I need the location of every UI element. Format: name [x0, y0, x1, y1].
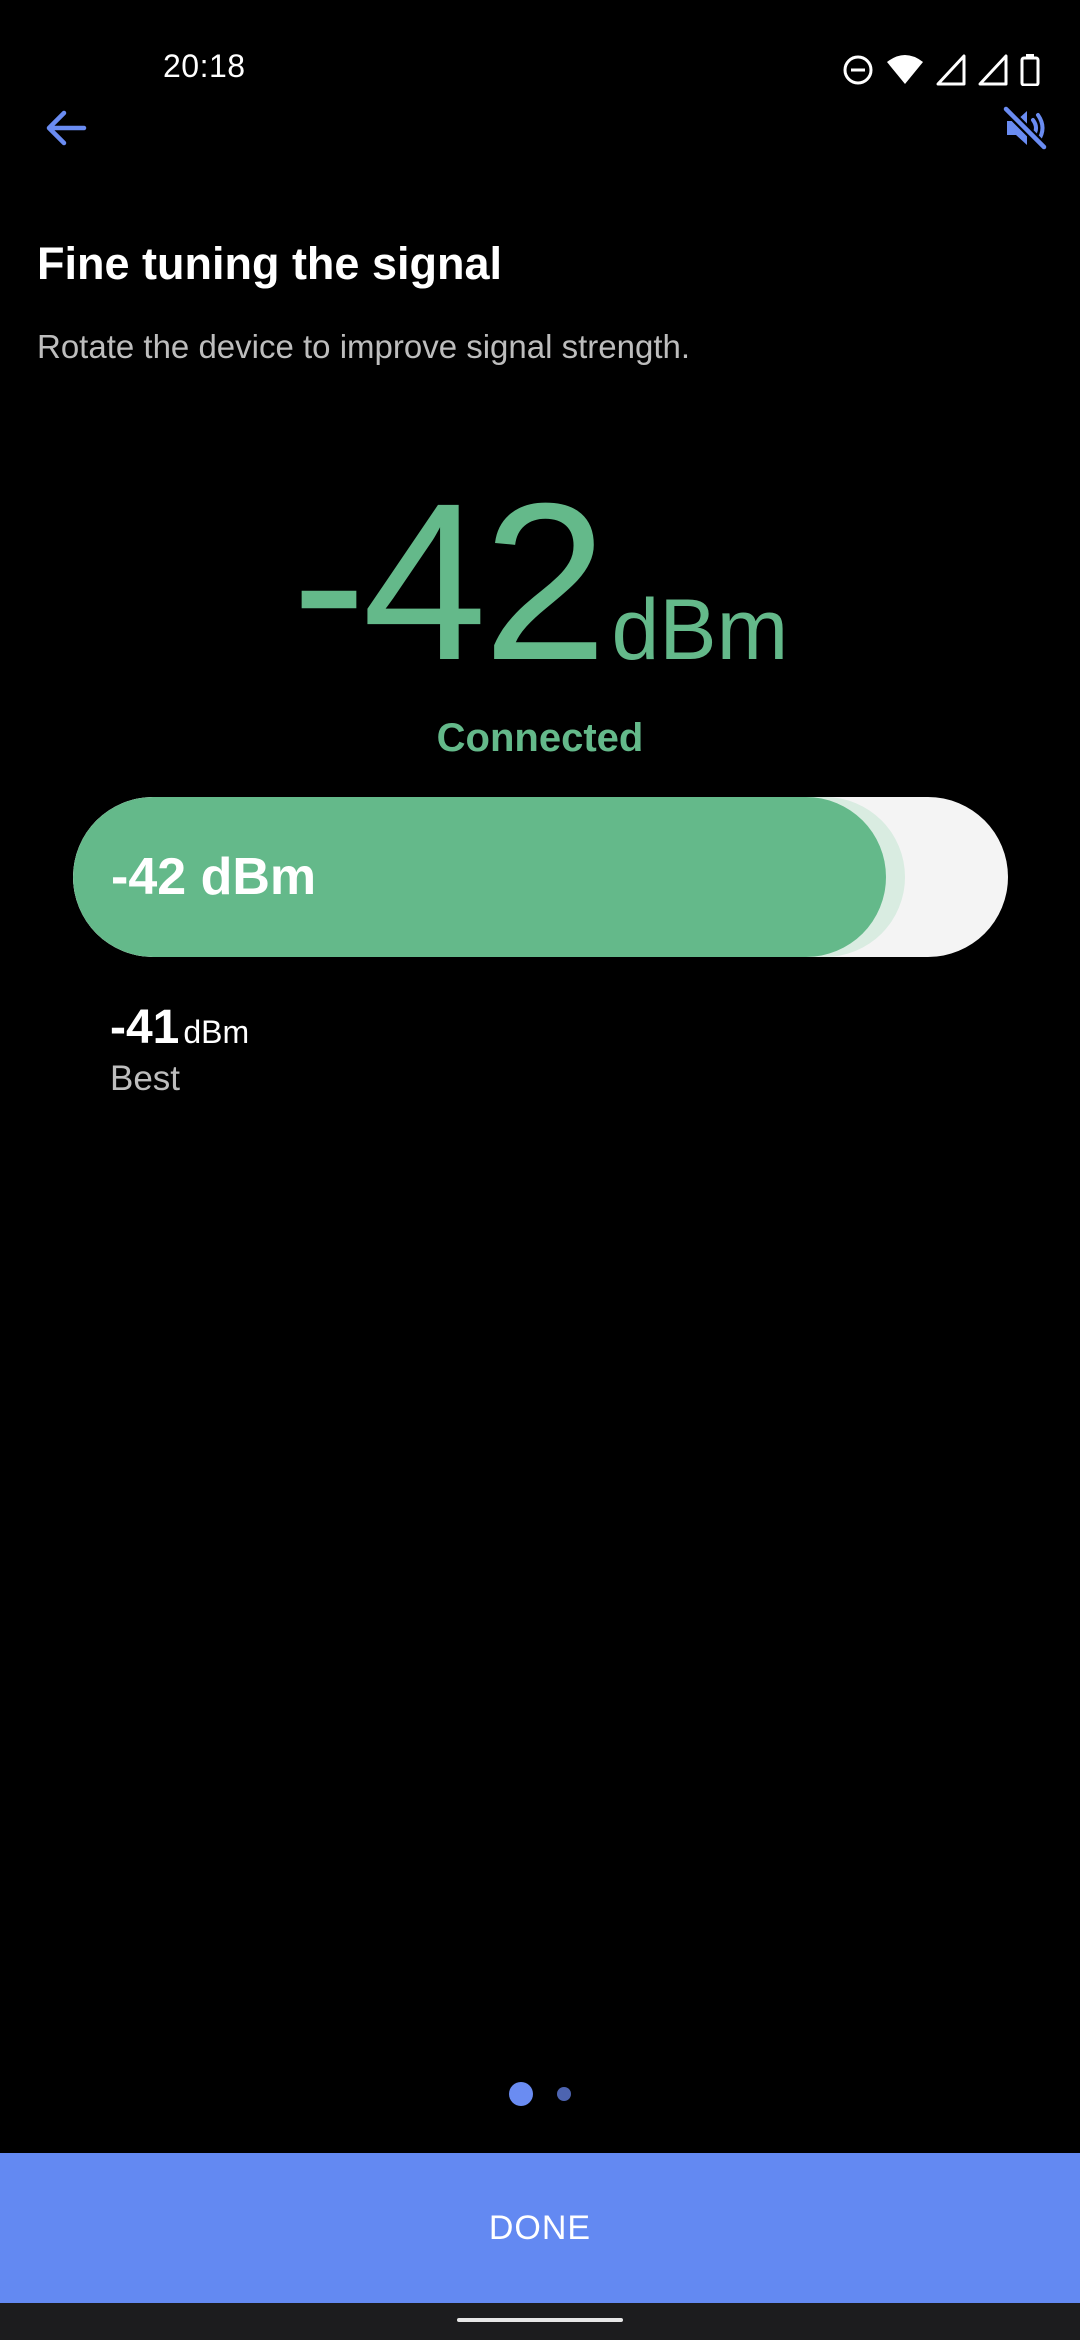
volume-off-icon	[1001, 104, 1049, 157]
signal-strength-label: -42 dBm	[111, 848, 317, 906]
page-dot[interactable]	[509, 2082, 533, 2106]
mute-button[interactable]	[992, 100, 1058, 160]
best-reading-label: Best	[110, 1059, 181, 1098]
best-reading: -41 dBm Best	[110, 1000, 249, 1099]
signal-reading-unit: dBm	[611, 582, 789, 678]
connection-status: Connected	[436, 716, 644, 760]
do-not-disturb-icon	[842, 54, 874, 86]
best-reading-value: -41	[110, 1001, 180, 1054]
signal-reading: -42 dBm	[0, 470, 1080, 694]
wifi-icon	[886, 54, 924, 86]
signal-strength-bar: -42 dBm	[73, 797, 1008, 957]
arrow-left-icon	[44, 108, 88, 153]
battery-icon	[1020, 54, 1040, 86]
status-time: 20:18	[163, 48, 246, 84]
page-dot[interactable]	[557, 2087, 571, 2101]
cellular-signal-icon	[936, 54, 966, 86]
back-button[interactable]	[36, 100, 96, 160]
signal-reading-value: -42	[291, 457, 608, 707]
done-button[interactable]: DONE	[0, 2153, 1080, 2303]
cellular-signal-icon	[978, 54, 1008, 86]
home-gesture-handle[interactable]	[457, 2318, 623, 2322]
best-reading-unit: dBm	[183, 1014, 250, 1050]
page-indicator	[0, 2082, 1080, 2106]
page-title: Fine tuning the signal	[37, 238, 502, 289]
page-subtitle: Rotate the device to improve signal stre…	[37, 328, 691, 365]
status-icons	[842, 52, 1040, 88]
